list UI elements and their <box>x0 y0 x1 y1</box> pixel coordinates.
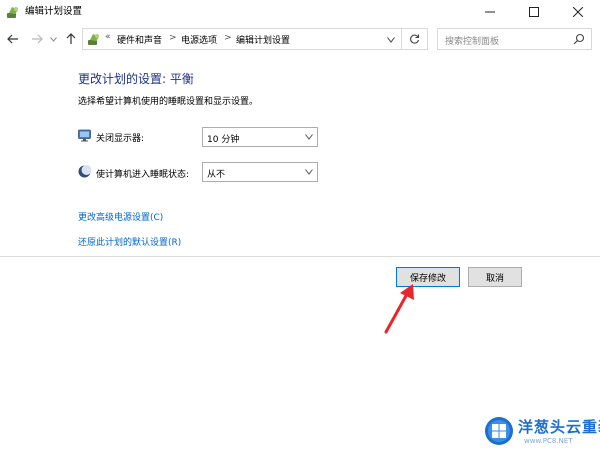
windows-logo-icon <box>485 417 513 445</box>
breadcrumb-separator[interactable]: > <box>169 33 177 43</box>
address-dropdown-icon[interactable] <box>387 37 395 43</box>
maximize-button[interactable] <box>512 0 556 24</box>
back-button[interactable] <box>4 30 22 48</box>
restore-defaults-link[interactable]: 还原此计划的默认设置(R) <box>78 235 181 248</box>
chevron-down-icon <box>305 134 313 140</box>
minimize-icon <box>485 11 495 13</box>
refresh-button[interactable] <box>402 28 428 50</box>
display-off-select[interactable]: 10 分钟 <box>202 127 318 147</box>
overflow-chevron[interactable]: « <box>105 32 111 42</box>
chevron-down-icon <box>49 36 57 42</box>
back-arrow-icon <box>7 34 18 44</box>
refresh-icon <box>410 34 420 44</box>
search-input[interactable]: 搜索控制面板 <box>437 28 592 50</box>
close-icon <box>573 7 583 17</box>
search-placeholder: 搜索控制面板 <box>445 37 500 47</box>
title-bar: 编辑计划设置 <box>0 0 600 24</box>
sleep-value: 从不 <box>207 170 226 180</box>
minimize-button[interactable] <box>468 0 512 24</box>
annotation-arrow-icon <box>384 284 414 334</box>
monitor-icon <box>78 129 91 142</box>
cancel-button[interactable]: 取消 <box>468 267 522 287</box>
moon-icon <box>78 165 91 178</box>
breadcrumb-power-options[interactable]: 电源选项 <box>181 33 217 46</box>
recent-locations-dropdown[interactable] <box>44 30 62 48</box>
search-icon[interactable] <box>573 33 585 45</box>
maximize-icon <box>529 7 539 17</box>
page-description: 选择希望计算机使用的睡眠设置和显示设置。 <box>78 97 259 107</box>
page-title: 更改计划的设置: 平衡 <box>78 72 194 86</box>
close-button[interactable] <box>556 0 600 24</box>
window-title: 编辑计划设置 <box>25 6 83 17</box>
breadcrumb-edit-plan[interactable]: 编辑计划设置 <box>236 33 290 46</box>
watermark: 洋葱头云重装 www.PC8.NET <box>484 414 600 452</box>
watermark-title: 洋葱头云重装 <box>518 418 600 436</box>
address-bar[interactable]: « 硬件和声音 > 电源选项 > 编辑计划设置 <box>82 28 402 50</box>
watermark-subtitle: www.PC8.NET <box>524 437 573 445</box>
display-off-value: 10 分钟 <box>207 135 240 145</box>
sleep-label: 使计算机进入睡眠状态: <box>96 170 190 180</box>
up-button[interactable] <box>62 30 80 48</box>
display-off-label: 关闭显示器: <box>96 134 145 144</box>
breadcrumb-hardware-sound[interactable]: 硬件和声音 <box>117 33 162 46</box>
divider <box>0 256 600 257</box>
power-plan-icon <box>7 7 18 18</box>
forward-arrow-icon <box>32 34 43 44</box>
control-panel-icon <box>88 34 99 45</box>
advanced-power-settings-link[interactable]: 更改高级电源设置(C) <box>78 210 163 223</box>
chevron-down-icon <box>305 169 313 175</box>
breadcrumb-separator[interactable]: > <box>224 33 232 43</box>
sleep-select[interactable]: 从不 <box>202 162 318 182</box>
up-arrow-icon <box>66 33 76 44</box>
